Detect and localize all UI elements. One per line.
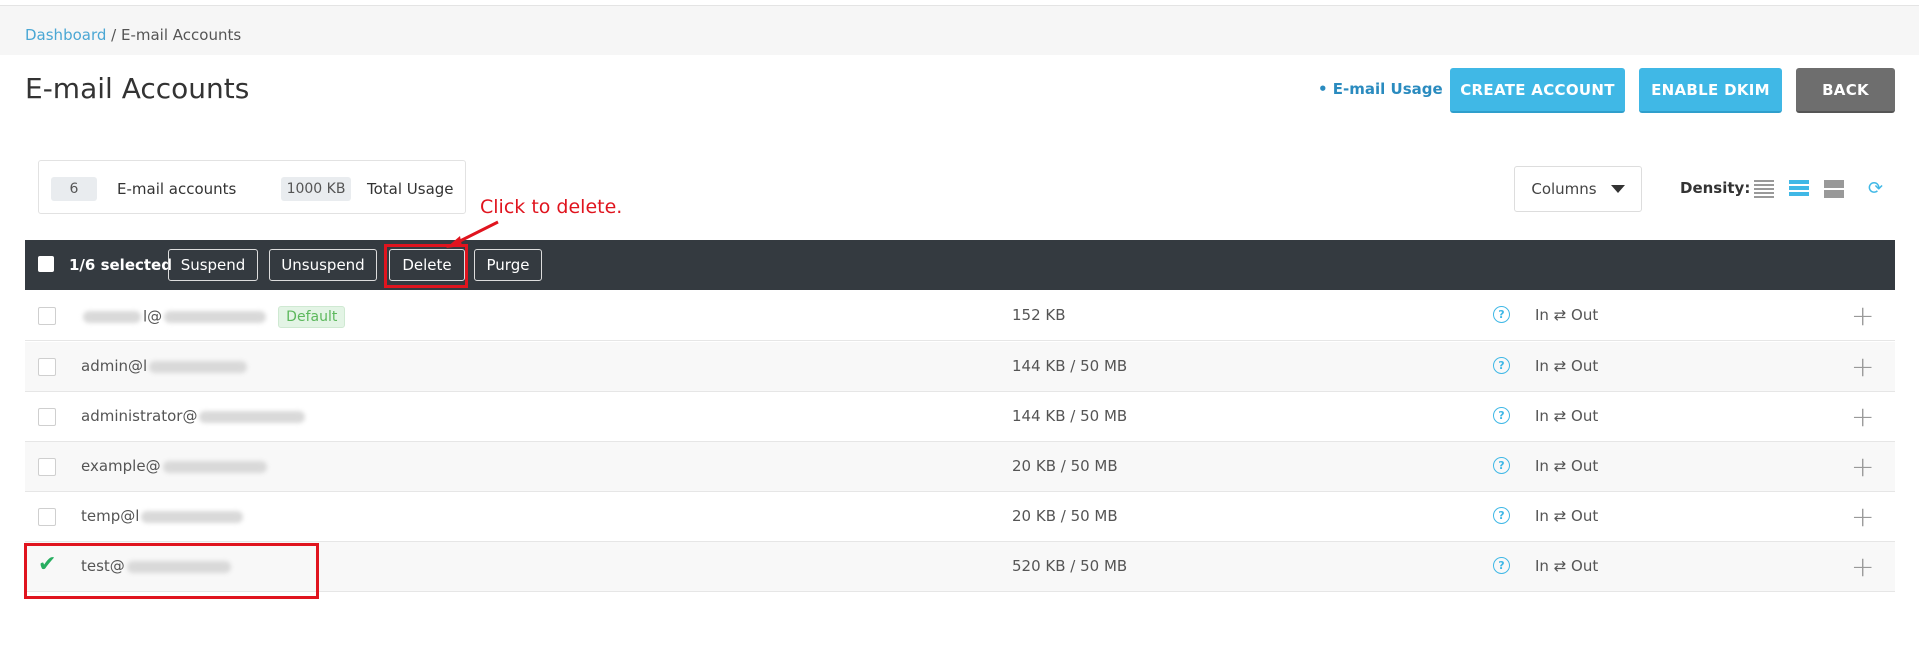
page-title: E-mail Accounts — [25, 72, 250, 105]
in-out-link[interactable]: In ⇄ Out — [1535, 357, 1598, 375]
back-button[interactable]: BACK — [1796, 68, 1895, 113]
caret-down-icon — [1610, 185, 1625, 193]
help-icon[interactable]: ? — [1493, 557, 1510, 574]
in-out-link[interactable]: In ⇄ Out — [1535, 507, 1598, 525]
density-compact-icon[interactable] — [1754, 180, 1774, 199]
expand-plus-icon[interactable]: + — [1851, 450, 1874, 483]
annotation-box-delete — [384, 244, 468, 288]
bulk-action-bar: 1/6 selected Suspend Unsuspend Delete Pu… — [25, 240, 1895, 290]
help-icon[interactable]: ? — [1493, 457, 1510, 474]
account-usage: 144 KB / 50 MB — [1012, 407, 1128, 425]
email-address: admin@l — [81, 357, 248, 375]
density-comfortable-icon[interactable] — [1824, 180, 1844, 199]
account-usage: 152 KB — [1012, 306, 1066, 324]
breadcrumb-separator: / — [106, 26, 121, 44]
table-row[interactable]: admin@l 144 KB / 50 MB ? In ⇄ Out + — [25, 342, 1895, 392]
row-checkbox[interactable] — [38, 458, 56, 476]
help-icon[interactable]: ? — [1493, 306, 1510, 323]
redacted-text — [162, 460, 267, 473]
usage-label: Total Usage — [367, 180, 454, 198]
refresh-icon[interactable]: ⟳ — [1868, 178, 1883, 199]
row-checkbox[interactable] — [38, 408, 56, 426]
enable-dkim-button[interactable]: ENABLE DKIM — [1639, 68, 1782, 113]
in-out-link[interactable]: In ⇄ Out — [1535, 457, 1598, 475]
table-row[interactable]: l@ Default 152 KB ? In ⇄ Out + — [25, 291, 1895, 341]
redacted-text — [199, 410, 306, 423]
redacted-text — [141, 510, 244, 523]
email-address: example@ — [81, 457, 267, 475]
row-checkbox[interactable] — [38, 508, 56, 526]
create-account-button[interactable]: CREATE ACCOUNT — [1450, 68, 1625, 113]
email-usage-link[interactable]: • E-mail Usage — [1318, 80, 1443, 98]
help-icon[interactable]: ? — [1493, 357, 1510, 374]
expand-plus-icon[interactable]: + — [1851, 400, 1874, 433]
table-row[interactable]: administrator@ 144 KB / 50 MB ? In ⇄ Out… — [25, 392, 1895, 442]
redacted-text — [149, 360, 248, 373]
breadcrumb: Dashboard / E-mail Accounts — [25, 26, 241, 44]
density-label: Density: — [1680, 179, 1751, 197]
expand-plus-icon[interactable]: + — [1851, 350, 1874, 383]
select-all-checkbox[interactable] — [38, 256, 54, 272]
unsuspend-button[interactable]: Unsuspend — [269, 249, 377, 281]
stats-panel: 6 E-mail accounts 1000 KB Total Usage — [38, 160, 466, 214]
row-checkbox[interactable] — [38, 307, 56, 325]
selected-count: 1/6 selected — [69, 256, 172, 274]
redacted-text — [83, 311, 141, 323]
breadcrumb-dashboard-link[interactable]: Dashboard — [25, 26, 106, 44]
breadcrumb-current: E-mail Accounts — [120, 26, 242, 44]
columns-label: Columns — [1531, 180, 1597, 198]
redacted-text — [164, 311, 267, 323]
default-badge: Default — [278, 306, 346, 328]
help-icon[interactable]: ? — [1493, 507, 1510, 524]
suspend-button[interactable]: Suspend — [168, 249, 258, 281]
row-checkbox[interactable] — [38, 358, 56, 376]
in-out-link[interactable]: In ⇄ Out — [1535, 306, 1598, 324]
expand-plus-icon[interactable]: + — [1851, 550, 1874, 583]
in-out-link[interactable]: In ⇄ Out — [1535, 557, 1598, 575]
account-usage: 520 KB / 50 MB — [1012, 557, 1128, 575]
table-row[interactable]: temp@l 20 KB / 50 MB ? In ⇄ Out + — [25, 492, 1895, 542]
breadcrumb-bar: Dashboard / E-mail Accounts — [0, 6, 1919, 55]
table-row[interactable]: example@ 20 KB / 50 MB ? In ⇄ Out + — [25, 442, 1895, 492]
email-address: temp@l — [81, 507, 244, 525]
expand-plus-icon[interactable]: + — [1851, 500, 1874, 533]
in-out-link[interactable]: In ⇄ Out — [1535, 407, 1598, 425]
account-usage: 144 KB / 50 MB — [1012, 357, 1128, 375]
accounts-count: 6 — [51, 177, 97, 201]
columns-dropdown[interactable]: Columns — [1514, 166, 1642, 212]
density-standard-icon[interactable] — [1789, 180, 1809, 199]
usage-value: 1000 KB — [281, 177, 351, 201]
expand-plus-icon[interactable]: + — [1851, 299, 1874, 332]
accounts-label: E-mail accounts — [117, 180, 237, 198]
annotation-box-selected-row — [24, 543, 319, 599]
email-address: l@ Default — [81, 306, 346, 328]
account-usage: 20 KB / 50 MB — [1012, 507, 1118, 525]
account-usage: 20 KB / 50 MB — [1012, 457, 1118, 475]
help-icon[interactable]: ? — [1493, 407, 1510, 424]
email-address: administrator@ — [81, 407, 306, 425]
